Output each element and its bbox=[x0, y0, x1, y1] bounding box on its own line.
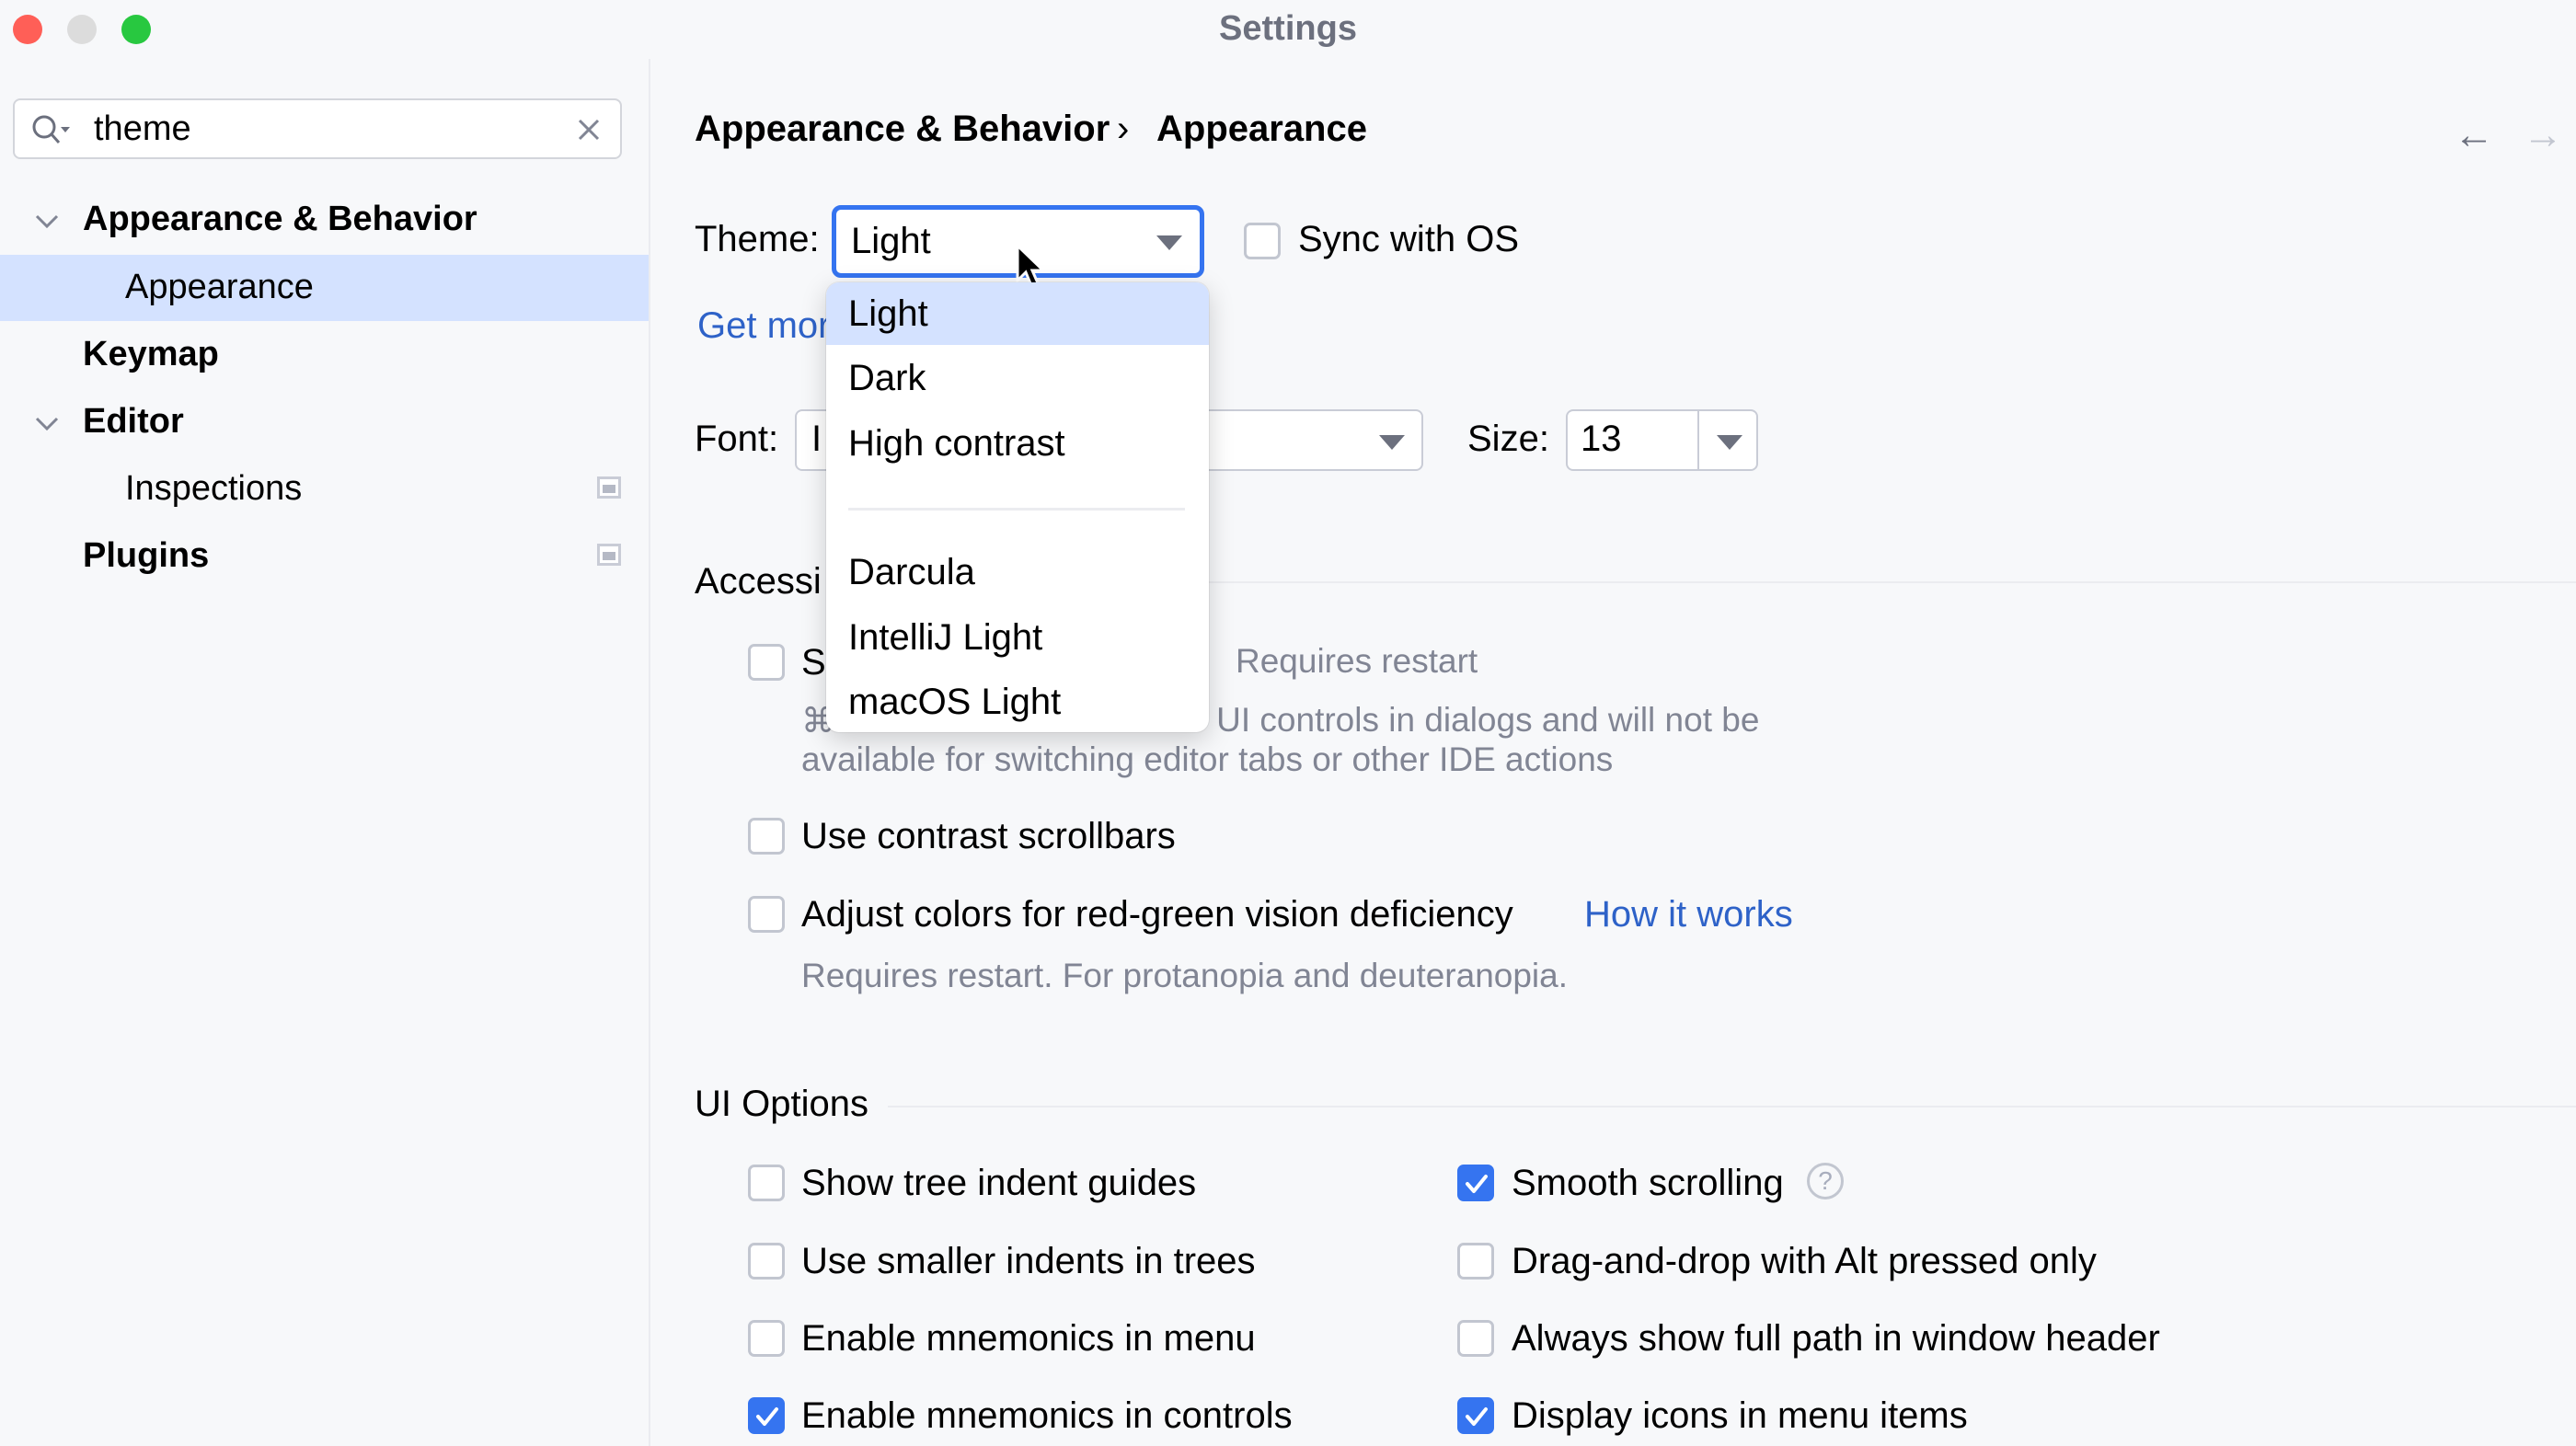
smooth-scrolling-checkbox[interactable] bbox=[1457, 1165, 1494, 1201]
project-settings-icon bbox=[597, 544, 621, 566]
help-icon[interactable]: ? bbox=[1807, 1163, 1844, 1199]
display-icons-in-menu-items-checkbox[interactable] bbox=[1457, 1397, 1494, 1434]
theme-option-darcula[interactable]: Darcula bbox=[826, 541, 1209, 603]
tree-item-label: Plugins bbox=[83, 536, 210, 575]
tree-item-appearance[interactable]: Appearance bbox=[0, 255, 649, 321]
tree-item-label: Appearance bbox=[125, 268, 314, 306]
font-label: Font: bbox=[695, 419, 779, 459]
accessibility-option-checkbox[interactable] bbox=[748, 644, 785, 681]
show-tree-indent-guides-checkbox[interactable] bbox=[748, 1165, 785, 1201]
theme-option-light[interactable]: Light bbox=[826, 282, 1209, 345]
forward-arrow-icon[interactable]: → bbox=[2523, 112, 2563, 158]
section-separator bbox=[888, 1106, 2576, 1107]
back-arrow-icon[interactable]: ← bbox=[2454, 112, 2494, 158]
accessibility-heading: Accessi bbox=[695, 561, 822, 602]
use-smaller-indents-in-trees-label: Use smaller indents in trees bbox=[801, 1241, 1256, 1281]
enable-mnemonics-in-menu-label: Enable mnemonics in menu bbox=[801, 1318, 1256, 1359]
font-size-value[interactable]: 13 bbox=[1581, 419, 1622, 460]
project-settings-icon bbox=[597, 476, 621, 499]
use-contrast-scrollbars-label: Use contrast scrollbars bbox=[801, 816, 1176, 856]
theme-label: Theme: bbox=[695, 219, 820, 259]
breadcrumb-current: Appearance bbox=[1156, 109, 1367, 149]
theme-option-dark[interactable]: Dark bbox=[826, 347, 1209, 409]
option-description-line1: te UI controls in dialogs and will not b… bbox=[1179, 701, 1760, 739]
theme-option-intellij-light[interactable]: IntelliJ Light bbox=[826, 606, 1209, 669]
red-green-description: Requires restart. For protanopia and deu… bbox=[801, 957, 1569, 994]
tree-item-inspections[interactable]: Inspections bbox=[0, 456, 649, 522]
font-size-combobox[interactable]: 13 bbox=[1566, 409, 1758, 471]
enable-mnemonics-in-menu-checkbox[interactable] bbox=[748, 1320, 785, 1357]
tree-item-plugins[interactable]: Plugins bbox=[0, 523, 649, 590]
sidebar-divider[interactable] bbox=[649, 59, 650, 1446]
accessibility-option-label: S bbox=[801, 642, 826, 683]
ui-options-heading: UI Options bbox=[695, 1084, 868, 1124]
dropdown-arrow-icon[interactable] bbox=[1156, 235, 1182, 250]
font-value: I bbox=[811, 419, 822, 459]
tree-item-appearance-behavior[interactable]: Appearance & Behavior bbox=[0, 187, 649, 253]
dropdown-arrow-icon[interactable] bbox=[1717, 435, 1742, 450]
checkmark-icon bbox=[756, 1407, 778, 1426]
theme-dropdown-popup: Light Dark High contrast Darcula Intelli… bbox=[826, 282, 1209, 732]
settings-search-input[interactable]: theme bbox=[13, 98, 622, 159]
search-icon[interactable] bbox=[29, 113, 75, 153]
enable-mnemonics-in-controls-checkbox[interactable] bbox=[748, 1397, 785, 1434]
theme-selected-value: Light bbox=[851, 221, 931, 261]
section-separator bbox=[1205, 581, 2576, 583]
size-label: Size: bbox=[1467, 419, 1549, 459]
tree-item-editor[interactable]: Editor bbox=[0, 389, 649, 455]
breadcrumb-parent[interactable]: Appearance & Behavior bbox=[695, 109, 1110, 150]
use-smaller-indents-in-trees-checkbox[interactable] bbox=[748, 1243, 785, 1280]
display-icons-in-menu-items-label: Display icons in menu items bbox=[1512, 1395, 1968, 1436]
get-more-themes-link[interactable]: Get mor bbox=[697, 305, 830, 347]
enable-mnemonics-in-controls-label: Enable mnemonics in controls bbox=[801, 1395, 1293, 1436]
breadcrumb-separator: › bbox=[1117, 109, 1130, 149]
red-green-deficiency-label: Adjust colors for red-green vision defic… bbox=[801, 894, 1513, 935]
dropdown-arrow-icon[interactable] bbox=[1379, 435, 1405, 450]
tree-item-keymap[interactable]: Keymap bbox=[0, 322, 649, 388]
tree-item-label: Keymap bbox=[83, 335, 219, 373]
checkmark-icon bbox=[1466, 1175, 1488, 1193]
always-show-full-path-in-window-header-checkbox[interactable] bbox=[1457, 1320, 1494, 1357]
popup-separator bbox=[848, 508, 1185, 511]
requires-restart-note: Requires restart bbox=[1236, 642, 1478, 680]
clear-search-icon[interactable] bbox=[576, 117, 602, 147]
smooth-scrolling-label: Smooth scrolling bbox=[1512, 1163, 1784, 1203]
show-tree-indent-guides-label: Show tree indent guides bbox=[801, 1163, 1197, 1203]
combobox-divider bbox=[1697, 411, 1699, 469]
tree-item-label: Editor bbox=[83, 402, 184, 441]
theme-option-macos-light[interactable]: macOS Light bbox=[826, 671, 1209, 732]
drag-and-drop-with-alt-pressed-only-label: Drag-and-drop with Alt pressed only bbox=[1512, 1241, 2097, 1281]
option-description-line2: available for switching editor tabs or o… bbox=[801, 740, 1614, 778]
how-it-works-link[interactable]: How it works bbox=[1584, 894, 1793, 935]
theme-option-high-contrast[interactable]: High contrast bbox=[826, 412, 1209, 475]
chevron-down-icon[interactable] bbox=[33, 407, 61, 435]
use-contrast-scrollbars-checkbox[interactable] bbox=[748, 818, 785, 855]
red-green-deficiency-checkbox[interactable] bbox=[748, 896, 785, 933]
tree-item-label: Inspections bbox=[125, 469, 303, 508]
window-title: Settings bbox=[1219, 9, 1357, 48]
search-query[interactable]: theme bbox=[94, 109, 191, 149]
always-show-full-path-in-window-header-label: Always show full path in window header bbox=[1512, 1318, 2160, 1359]
sync-with-os-label: Sync with OS bbox=[1298, 219, 1520, 259]
checkmark-icon bbox=[1466, 1407, 1488, 1426]
tree-item-label: Appearance & Behavior bbox=[83, 200, 477, 238]
chevron-down-icon[interactable] bbox=[33, 205, 61, 233]
drag-and-drop-with-alt-pressed-only-checkbox[interactable] bbox=[1457, 1243, 1494, 1280]
sync-with-os-checkbox[interactable] bbox=[1244, 223, 1281, 259]
